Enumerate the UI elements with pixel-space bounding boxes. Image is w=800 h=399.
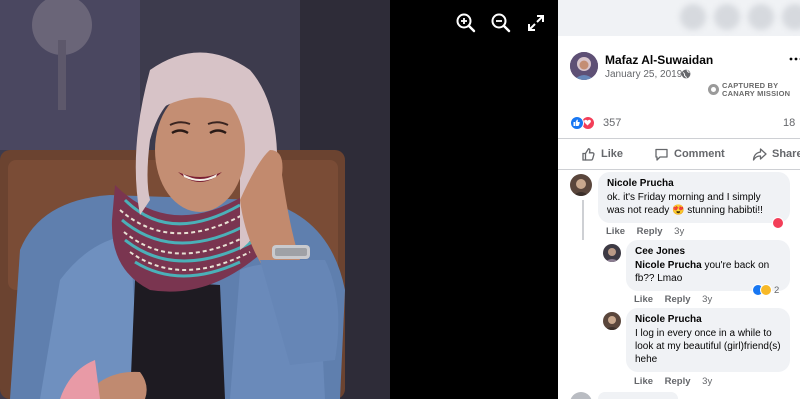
photo-viewer bbox=[0, 0, 558, 399]
expand-icon bbox=[528, 15, 544, 31]
post-action-bar: Like Comment Share bbox=[558, 138, 800, 170]
post-timestamp[interactable]: January 25, 2019 · bbox=[605, 69, 688, 80]
comment-bubble-icon bbox=[655, 148, 668, 161]
comment-button-label: Comment bbox=[674, 148, 725, 160]
commenter-name[interactable]: Cee Jones bbox=[635, 246, 781, 257]
share-button[interactable]: Share bbox=[752, 139, 800, 169]
share-arrow-icon bbox=[752, 147, 767, 161]
comment-text: Nicole Prucha you're back on fb?? Lmao bbox=[635, 259, 781, 285]
comment-reply-link[interactable]: Reply bbox=[637, 226, 663, 237]
post-side-panel: Mafaz Al-Suwaidan January 25, 2019 · CAP… bbox=[558, 0, 800, 399]
reaction-count[interactable]: 357 bbox=[603, 117, 621, 129]
mention-link[interactable]: Nicole Prucha bbox=[635, 260, 702, 271]
comment-reply-link[interactable]: Reply bbox=[665, 294, 691, 305]
love-reaction-icon bbox=[772, 217, 784, 229]
share-count[interactable]: 18 bbox=[783, 117, 795, 129]
photo-theater: Mafaz Al-Suwaidan January 25, 2019 · CAP… bbox=[0, 0, 800, 399]
comment-bubble bbox=[598, 392, 678, 399]
haha-reaction-icon bbox=[760, 284, 772, 296]
commenter-name[interactable]: Nicole Prucha bbox=[635, 314, 781, 325]
globe-icon bbox=[681, 69, 691, 79]
zoom-out-button[interactable] bbox=[490, 12, 512, 34]
comment-text: I log in every once in a while to look a… bbox=[635, 328, 781, 365]
zoom-out-icon bbox=[491, 13, 511, 33]
comment-bubble: Nicole Prucha I log in every once in a w… bbox=[626, 308, 790, 372]
comment-reply-item: Cee Jones Nicole Prucha you're back on f… bbox=[558, 240, 800, 310]
comment-age[interactable]: 3y bbox=[674, 226, 684, 237]
blurred-icon bbox=[782, 4, 800, 30]
comment-age[interactable]: 3y bbox=[702, 294, 712, 305]
comment-reply-link[interactable]: Reply bbox=[665, 376, 691, 387]
blurred-icon bbox=[748, 4, 774, 30]
comment-actions: Like Reply 3y bbox=[634, 294, 721, 305]
comment-item: Nicole Prucha ok. it's Friday morning an… bbox=[558, 172, 800, 242]
comment-text: ok. it's Friday morning and I simply was… bbox=[607, 192, 763, 216]
post-header: Mafaz Al-Suwaidan January 25, 2019 · CAP… bbox=[558, 44, 800, 104]
watermark-text: CAPTURED BY CANARY MISSION bbox=[722, 81, 791, 98]
avatar[interactable] bbox=[570, 174, 592, 196]
watermark-logo-icon bbox=[708, 84, 719, 95]
commenter-name[interactable]: Nicole Prucha bbox=[607, 178, 781, 189]
post-photo[interactable] bbox=[0, 0, 390, 399]
zoom-in-button[interactable] bbox=[455, 12, 477, 34]
comment-bubble: Nicole Prucha ok. it's Friday morning an… bbox=[598, 172, 790, 223]
like-button-label: Like bbox=[601, 148, 624, 160]
comment-like-link[interactable]: Like bbox=[634, 294, 653, 305]
zoom-in-icon bbox=[456, 13, 476, 33]
more-options-icon[interactable] bbox=[789, 55, 800, 63]
photo-illustration bbox=[0, 0, 390, 399]
reaction-summary[interactable]: 357 18 bbox=[570, 114, 800, 134]
avatar[interactable] bbox=[603, 312, 621, 330]
fullscreen-button[interactable] bbox=[525, 12, 547, 34]
like-reaction-icon bbox=[570, 116, 584, 130]
comment-actions: Like Reply 3y bbox=[606, 226, 693, 237]
comment-like-link[interactable]: Like bbox=[606, 226, 625, 237]
like-button[interactable]: Like bbox=[581, 139, 623, 169]
avatar[interactable] bbox=[570, 52, 598, 80]
avatar[interactable] bbox=[603, 244, 621, 262]
canary-mission-watermark: CAPTURED BY CANARY MISSION bbox=[708, 81, 800, 99]
comment-reaction-count: 2 bbox=[774, 284, 780, 296]
comment-button[interactable]: Comment bbox=[654, 139, 725, 169]
blurred-icon bbox=[714, 4, 740, 30]
comment-like-link[interactable]: Like bbox=[634, 376, 653, 387]
comment-age[interactable]: 3y bbox=[702, 376, 712, 387]
avatar[interactable] bbox=[570, 392, 592, 399]
comment-actions: Like Reply 3y bbox=[634, 376, 721, 387]
share-button-label: Share bbox=[772, 148, 800, 160]
comment-reaction[interactable] bbox=[772, 217, 784, 229]
avatar-image bbox=[570, 52, 598, 80]
comment-reaction[interactable]: 2 bbox=[752, 284, 779, 296]
blurred-icon bbox=[680, 4, 706, 30]
top-bar-blurred bbox=[558, 0, 800, 36]
post-author-name[interactable]: Mafaz Al-Suwaidan bbox=[605, 53, 713, 67]
comment-reply-item: Nicole Prucha I log in every once in a w… bbox=[558, 308, 800, 390]
thumbs-up-icon bbox=[582, 147, 595, 161]
